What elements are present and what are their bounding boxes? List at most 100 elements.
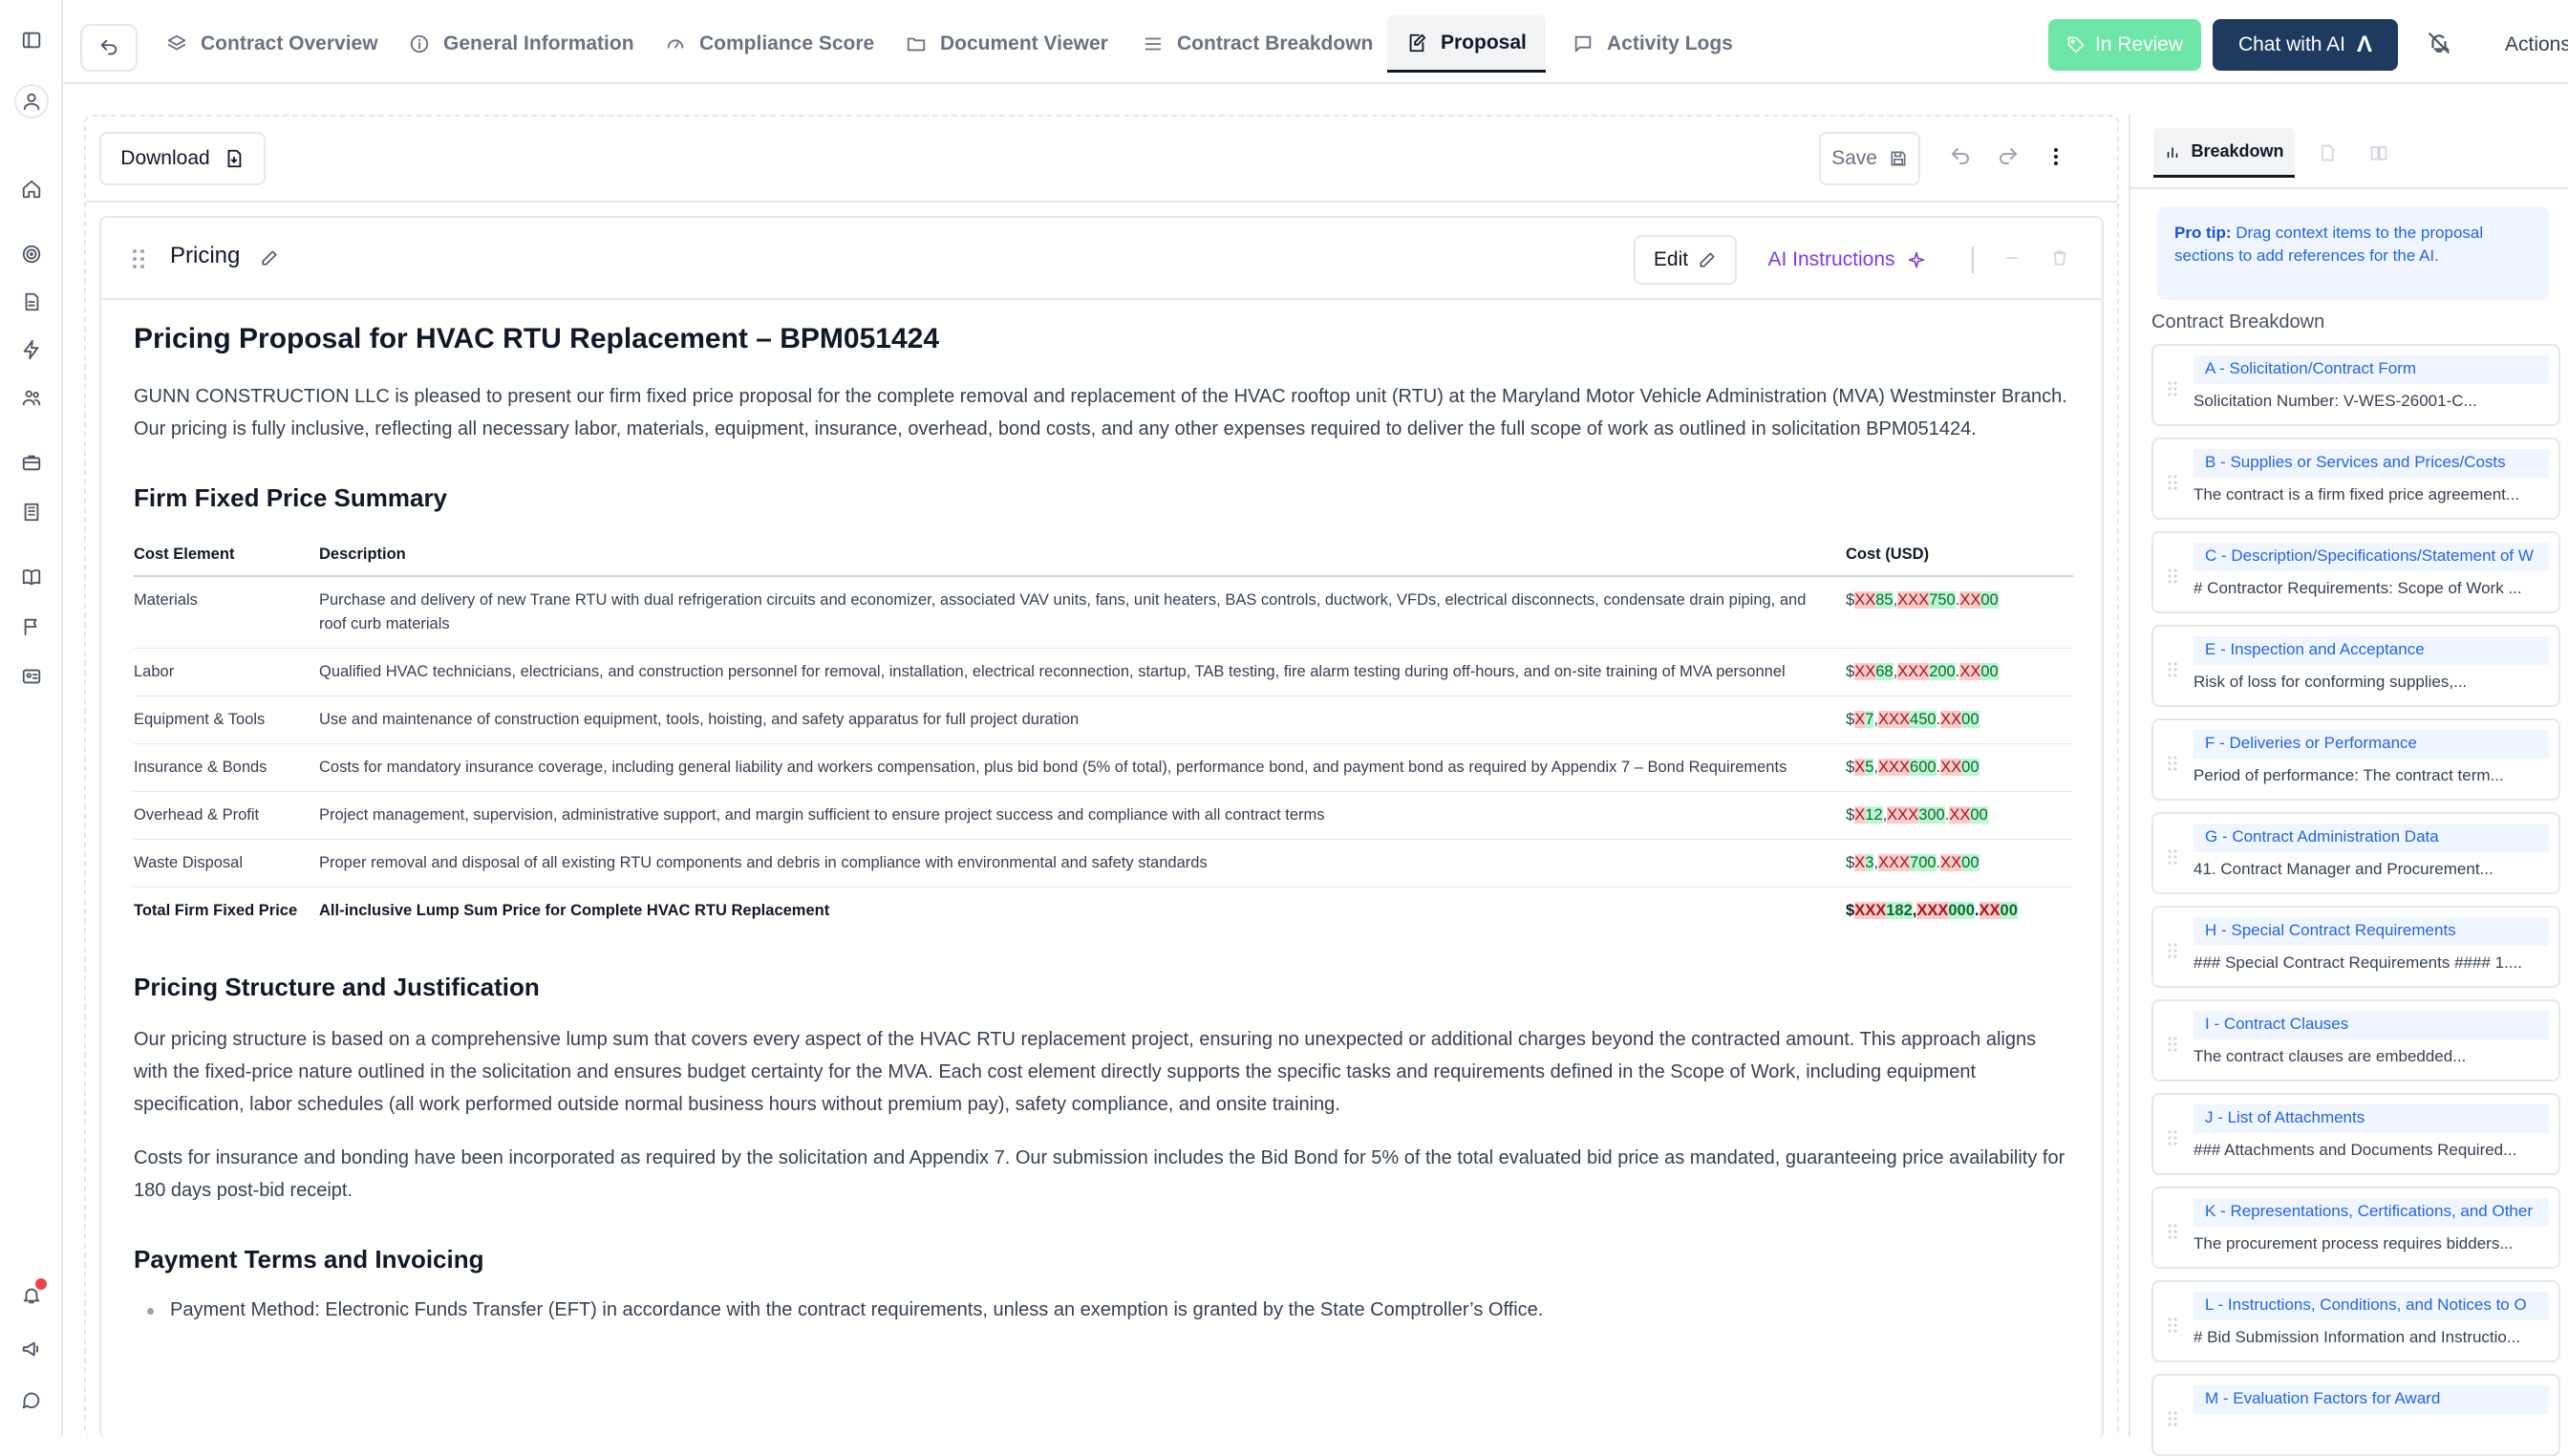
breakdown-card[interactable]: A - Solicitation/Contract Form Solicitati… [2151, 344, 2560, 426]
gauge-icon [667, 39, 684, 49]
target-icon[interactable] [14, 237, 49, 271]
cost-part: XX [1949, 806, 1971, 824]
table-row: Materials Purchase and delivery of new Tr… [134, 576, 2073, 649]
mute-notifications-icon[interactable] [2427, 31, 2459, 63]
drag-handle-icon[interactable] [132, 248, 145, 269]
users-icon[interactable] [14, 380, 49, 415]
book-tab-icon[interactable] [2369, 143, 2392, 166]
breakdown-card[interactable]: L - Instructions, Conditions, and Notice… [2151, 1280, 2560, 1362]
breakdown-card[interactable]: H - Special Contract Requirements ### Spe… [2151, 906, 2560, 988]
cost-part: 68 [1875, 663, 1894, 680]
card-label: M - Evaluation Factors for Award [2194, 1385, 2549, 1414]
briefcase-icon[interactable] [14, 445, 49, 480]
book-icon[interactable] [14, 560, 49, 594]
dollar-sign: $ [1846, 806, 1855, 824]
cost-part: XX [1854, 663, 1876, 680]
edit-label: Edit [1653, 248, 1689, 270]
breakdown-card[interactable]: F - Deliveries or Performance Period of p… [2151, 718, 2560, 801]
tab-label: Contract Breakdown [1177, 32, 1374, 54]
cost-part: 00 [1961, 759, 1980, 776]
document-tab-icon[interactable] [2318, 143, 2341, 166]
tab-general-information[interactable]: General Information [390, 15, 653, 73]
drag-handle-icon[interactable] [2167, 1223, 2178, 1240]
id-card-icon[interactable] [14, 659, 49, 694]
structure-heading: Pricing Structure and Justification [134, 973, 540, 1001]
drag-handle-icon[interactable] [2167, 474, 2178, 491]
tab-breakdown[interactable]: Breakdown [2153, 128, 2295, 178]
cost-part: 12 [1865, 806, 1883, 824]
drag-handle-icon[interactable] [2167, 567, 2178, 585]
breakdown-card[interactable]: I - Contract Clauses The contract clauses… [2151, 999, 2560, 1081]
lightning-icon[interactable] [14, 332, 49, 367]
home-icon[interactable] [14, 172, 49, 206]
save-button[interactable]: Save [1819, 132, 1920, 185]
actions-menu[interactable]: Actions⋮ [2505, 32, 2568, 57]
cost-description: Costs for mandatory insurance coverage, … [319, 743, 1846, 792]
drag-handle-icon[interactable] [2167, 1410, 2178, 1427]
card-label: A - Solicitation/Contract Form [2194, 355, 2549, 384]
sidebar-toggle-icon[interactable] [14, 23, 49, 57]
drag-handle-icon[interactable] [2167, 848, 2178, 866]
folder-icon [907, 37, 926, 52]
tab-label: Contract Overview [201, 32, 378, 54]
cost-part: XXX [1854, 902, 1887, 919]
rename-pencil-icon[interactable] [260, 248, 281, 269]
tab-compliance-score[interactable]: Compliance Score [646, 15, 893, 73]
left-rail [0, 0, 63, 1437]
tab-label: Breakdown [2191, 141, 2284, 161]
drag-handle-icon[interactable] [2167, 1317, 2178, 1334]
tab-proposal[interactable]: Proposal [1387, 15, 1546, 73]
megaphone-icon[interactable] [14, 1332, 49, 1366]
breakdown-card[interactable]: J - List of Attachments ### Attachments a… [2151, 1093, 2560, 1175]
bar-chart-icon [2168, 147, 2178, 158]
tab-activity-logs[interactable]: Activity Logs [1553, 15, 1752, 73]
breakdown-card[interactable]: E - Inspection and Acceptance Risk of los… [2151, 625, 2560, 707]
card-snippet: The procurement process requires bidders… [2194, 1234, 2514, 1253]
drag-handle-icon[interactable] [2167, 942, 2178, 959]
breakdown-panel: Breakdown Pro tip: Drag context items to… [2129, 115, 2568, 1456]
edit-button[interactable]: Edit [1634, 235, 1737, 285]
download-button[interactable]: Download [99, 132, 266, 185]
documents-icon[interactable] [14, 285, 49, 319]
breakdown-card[interactable]: K - Representations, Certifications, and… [2151, 1187, 2560, 1269]
drag-handle-icon[interactable] [2167, 1036, 2178, 1053]
card-snippet: # Contractor Requirements: Scope of Work… [2194, 579, 2522, 597]
building-icon[interactable] [14, 495, 49, 529]
drag-handle-icon[interactable] [2167, 380, 2178, 397]
minimize-icon[interactable] [2002, 248, 2025, 271]
info-icon [410, 34, 429, 54]
in-review-label: In Review [2094, 33, 2184, 55]
payment-item: Payment Method: Electronic Funds Transfe… [134, 1295, 2073, 1324]
drag-handle-icon[interactable] [2167, 755, 2178, 772]
in-review-button[interactable]: In Review [2048, 19, 2201, 71]
cost-part: X [1854, 854, 1866, 871]
tab-contract-overview[interactable]: Contract Overview [147, 15, 397, 73]
cost-part: 00 [1980, 591, 1999, 609]
cost-part: 7 [1865, 711, 1874, 728]
chat-label: Chat with AI [2237, 33, 2346, 55]
drag-handle-icon[interactable] [2167, 1129, 2178, 1146]
chat-with-ai-button[interactable]: Chat with AI Λ [2213, 19, 2398, 71]
download-label: Download [120, 147, 210, 169]
flag-icon[interactable] [14, 610, 49, 644]
user-avatar-icon[interactable] [14, 84, 49, 118]
trash-icon[interactable] [2050, 248, 2073, 271]
breakdown-card[interactable]: G - Contract Administration Data 41. Cont… [2151, 812, 2560, 894]
drag-handle-icon[interactable] [2167, 661, 2178, 678]
notifications-icon[interactable] [14, 1278, 49, 1313]
redo-icon[interactable] [1997, 145, 2023, 172]
cost-description: Use and maintenance of construction equi… [319, 696, 1846, 744]
pro-tip-label: Pro tip: [2174, 224, 2232, 242]
breakdown-card[interactable]: B - Supplies or Services and Prices/Cost… [2151, 438, 2560, 520]
breakdown-card[interactable]: M - Evaluation Factors for Award [2151, 1374, 2560, 1456]
back-button[interactable] [80, 24, 138, 72]
undo-icon[interactable] [1949, 145, 1976, 172]
tab-contract-breakdown[interactable]: Contract Breakdown [1124, 15, 1392, 73]
chat-bubble-icon[interactable] [14, 1383, 49, 1418]
cost-value: $X3,XXX700.XX00 [1846, 839, 2073, 888]
breakdown-card[interactable]: C - Description/Specifications/Statement… [2151, 531, 2560, 613]
tab-document-viewer[interactable]: Document Viewer [887, 15, 1127, 73]
ai-instructions-button[interactable]: AI Instructions [1756, 235, 1937, 285]
more-options-icon[interactable] [2044, 145, 2071, 172]
price-summary-table: Cost Element Description Cost (USD) Mate… [134, 534, 2073, 934]
